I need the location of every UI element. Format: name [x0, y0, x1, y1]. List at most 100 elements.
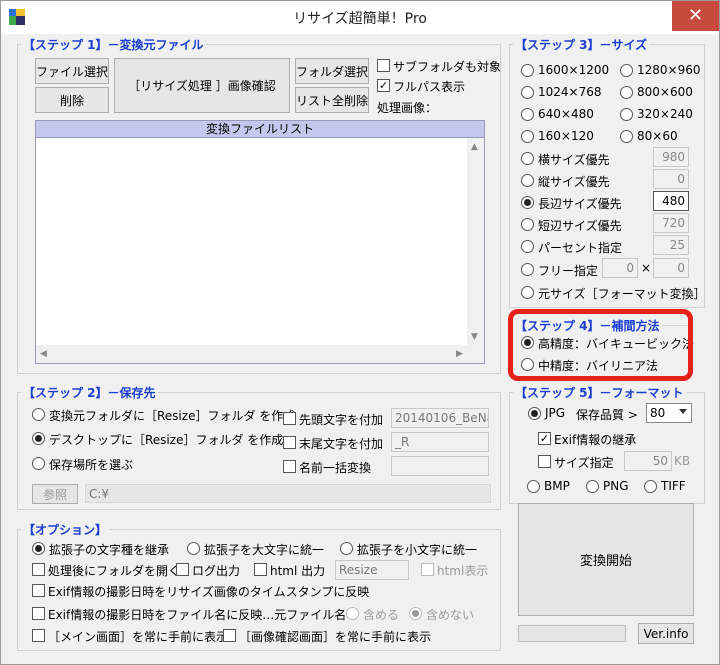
size-80-label: 80×60	[637, 129, 678, 143]
suffix-checkbox[interactable]	[283, 436, 296, 449]
size-spec-checkbox[interactable]	[538, 455, 551, 468]
html-output-checkbox[interactable]	[254, 563, 267, 576]
convert-start-button[interactable]: 変換開始	[518, 503, 694, 616]
size-spec-input[interactable]: 50	[624, 451, 672, 471]
processing-label: 処理画像：	[377, 101, 438, 115]
save-desktop-radio[interactable]	[32, 432, 45, 445]
preview-front-checkbox[interactable]	[223, 629, 236, 642]
html-name-input[interactable]: Resize	[335, 560, 409, 580]
suffix-label: 末尾文字を付加	[299, 437, 384, 451]
file-list-vscroll[interactable]: ▲ ▼	[467, 138, 484, 345]
size-unit-label: KB	[674, 454, 691, 468]
ext-lower-radio[interactable]	[340, 542, 353, 555]
main-front-checkbox[interactable]	[32, 629, 45, 642]
fullpath-checkbox[interactable]: ✓	[377, 79, 390, 92]
original-size-radio[interactable]	[521, 286, 534, 299]
size-1600-radio[interactable]	[521, 64, 534, 77]
suffix-input[interactable]: _R	[391, 432, 489, 452]
rename-checkbox[interactable]	[283, 460, 296, 473]
file-list-hscroll[interactable]: ◀ ▶	[36, 345, 484, 363]
scroll-right-icon[interactable]: ▶	[456, 349, 463, 359]
bmp-label: BMP	[544, 479, 570, 493]
folder-select-button[interactable]: フォルダ選択	[295, 58, 369, 84]
exif-timestamp-label: Exif情報の撮影日時をリサイズ画像のタイムスタンプに反映	[48, 585, 370, 599]
rename-input[interactable]	[391, 456, 489, 476]
size-1024-radio[interactable]	[521, 86, 534, 99]
fullpath-label: フルパス表示	[393, 80, 466, 94]
size-80-radio[interactable]	[620, 130, 633, 143]
file-select-button[interactable]: ファイル選択	[35, 58, 109, 84]
ext-upper-radio[interactable]	[187, 542, 200, 555]
height-priority-input[interactable]: 0	[653, 169, 689, 189]
png-label: PNG	[603, 479, 629, 493]
browse-button[interactable]: 参照	[32, 484, 78, 504]
step5-label: 【ステップ 5】－フォーマット	[513, 384, 686, 401]
title-bar: リサイズ超簡単！Pro ✕	[1, 1, 719, 34]
size-1280-label: 1280×960	[637, 63, 701, 77]
log-output-checkbox[interactable]	[176, 563, 189, 576]
ext-lower-label: 拡張子を小文字に統一	[357, 543, 478, 557]
resize-check-button[interactable]: ［リサイズ処理 ］画像確認	[114, 58, 290, 113]
main-front-label: ［メイン画面］を常に手前に表示	[48, 630, 229, 644]
size-640-radio[interactable]	[521, 108, 534, 121]
free-times-label: ×	[641, 261, 652, 275]
percent-input[interactable]: 25	[653, 235, 689, 255]
short-side-input[interactable]: 720	[653, 213, 689, 233]
scroll-down-icon[interactable]: ▼	[471, 332, 478, 342]
percent-label: パーセント指定	[538, 241, 623, 255]
list-clear-button[interactable]: リスト全削除	[295, 87, 369, 113]
long-side-radio[interactable]	[521, 196, 534, 209]
quality-label: 保存品質 >	[576, 408, 638, 422]
exif-timestamp-checkbox[interactable]	[32, 584, 45, 597]
save-choose-radio[interactable]	[32, 457, 45, 470]
exif-keep-checkbox[interactable]: ✓	[538, 432, 551, 445]
version-info-button[interactable]: Ver.info	[638, 623, 694, 644]
jpg-radio[interactable]	[528, 407, 541, 420]
prefix-checkbox[interactable]	[283, 412, 296, 425]
height-priority-radio[interactable]	[521, 174, 534, 187]
save-path-input[interactable]: C:¥	[85, 484, 491, 503]
quality-select[interactable]: 80	[646, 403, 692, 423]
size-640-label: 640×480	[538, 107, 594, 121]
subfolder-checkbox[interactable]	[377, 59, 390, 72]
save-src-folder-radio[interactable]	[32, 408, 45, 421]
step2-label: 【ステップ 2】－保存先	[21, 384, 158, 401]
open-folder-checkbox[interactable]	[32, 563, 45, 576]
ext-keep-radio[interactable]	[32, 542, 45, 555]
html-output-label: html 出力	[270, 564, 326, 578]
scroll-up-icon[interactable]: ▲	[471, 142, 478, 152]
size-800-radio[interactable]	[620, 86, 633, 99]
exclude-radio[interactable]	[409, 607, 422, 620]
exif-filename-checkbox[interactable]	[32, 607, 45, 620]
open-folder-label: 処理後にフォルダを開く	[48, 564, 181, 578]
html-show-checkbox[interactable]	[421, 563, 434, 576]
width-priority-radio[interactable]	[521, 152, 534, 165]
ext-upper-label: 拡張子を大文字に統一	[204, 543, 325, 557]
include-radio[interactable]	[346, 607, 359, 620]
size-160-radio[interactable]	[521, 130, 534, 143]
free-height-input[interactable]: 0	[653, 258, 689, 278]
delete-button[interactable]: 削除	[35, 87, 109, 113]
tiff-radio[interactable]	[644, 480, 657, 493]
close-button[interactable]: ✕	[672, 1, 719, 31]
percent-radio[interactable]	[521, 240, 534, 253]
long-side-input[interactable]: 480	[653, 191, 689, 211]
width-priority-label: 横サイズ優先	[538, 153, 610, 167]
bmp-radio[interactable]	[527, 480, 540, 493]
width-priority-input[interactable]: 980	[653, 147, 689, 167]
size-1024-label: 1024×768	[538, 85, 602, 99]
options-label: 【オプション】	[21, 521, 110, 538]
size-1280-radio[interactable]	[620, 64, 633, 77]
scroll-left-icon[interactable]: ◀	[40, 349, 47, 359]
free-width-input[interactable]: 0	[602, 258, 638, 278]
save-src-folder-label: 変換元フォルダに［Resize］フォルダ を作成	[49, 409, 296, 423]
size-320-label: 320×240	[637, 107, 693, 121]
file-list[interactable]: 変換ファイルリスト ▲ ▼ ◀ ▶	[35, 120, 485, 364]
size-320-radio[interactable]	[620, 108, 633, 121]
free-size-radio[interactable]	[521, 263, 534, 276]
png-radio[interactable]	[586, 480, 599, 493]
exif-filename-label: Exif情報の撮影日時をファイル名に反映…元ファイル名 ：	[48, 608, 363, 622]
prefix-input[interactable]: 20140106_BeNati	[391, 408, 489, 428]
size-160-label: 160×120	[538, 129, 594, 143]
short-side-radio[interactable]	[521, 218, 534, 231]
